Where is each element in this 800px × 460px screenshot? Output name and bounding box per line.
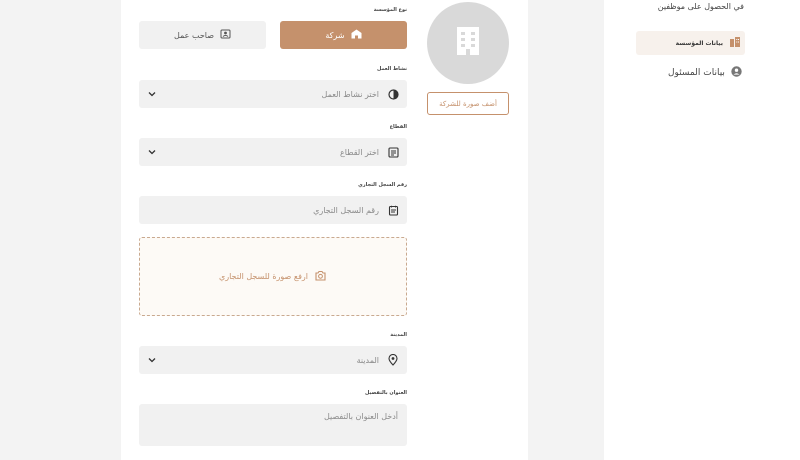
document-icon [387, 204, 399, 216]
sidebar: في الحصول على موظفين بيانات المؤسسة بيان… [604, 0, 800, 460]
org-type-employer-label: صاحب عمل [173, 30, 215, 40]
city-select[interactable]: المدينة [139, 346, 407, 374]
building-icon [729, 36, 741, 50]
chevron-down-icon [147, 89, 157, 99]
org-type-company-button[interactable]: شركة [280, 21, 407, 49]
company-form-card: نوع المؤسسة شركة صاحب عمل نشاط العمل اخت… [121, 0, 528, 460]
address-placeholder: أدخل العنوان بالتفصيل [323, 412, 398, 421]
address-textarea[interactable]: أدخل العنوان بالتفصيل [139, 404, 407, 446]
cr-upload-text: ارفع صورة للسجل التجاري [218, 272, 309, 281]
chevron-down-icon [147, 355, 157, 365]
cr-number-label: رقم السجل التجاري [358, 182, 407, 188]
sidebar-item-label: بيانات المسئول [668, 68, 725, 78]
cr-number-placeholder: رقم السجل التجاري [313, 205, 379, 215]
sector-label: القطاع [389, 124, 407, 130]
sector-placeholder: اختر القطاع [339, 147, 379, 157]
sidebar-item-manager-data[interactable]: بيانات المسئول [668, 64, 742, 82]
building-placeholder-icon [454, 25, 482, 61]
id-card-icon [220, 29, 231, 41]
city-placeholder: المدينة [356, 355, 379, 365]
org-type-employer-button[interactable]: صاحب عمل [139, 21, 266, 49]
sidebar-top-text: في الحصول على موظفين [657, 2, 744, 11]
upload-image-icon [314, 269, 327, 284]
sidebar-item-label: بيانات المؤسسة [675, 39, 723, 47]
address-label: العنوان بالتفصيل [364, 390, 407, 396]
user-circle-icon [731, 66, 742, 80]
chevron-down-icon [147, 147, 157, 157]
cr-upload-area[interactable]: ارفع صورة للسجل التجاري [139, 237, 407, 316]
activity-icon [387, 88, 399, 100]
activity-select[interactable]: اختر نشاط العمل [139, 80, 407, 108]
city-label: المدينة [390, 332, 407, 338]
org-type-company-label: شركة [325, 30, 345, 40]
cr-number-input[interactable]: رقم السجل التجاري [139, 196, 407, 224]
add-company-photo-button[interactable]: أضف صورة للشركة [427, 92, 509, 115]
activity-placeholder: اختر نشاط العمل [321, 89, 379, 99]
sidebar-item-company-data[interactable]: بيانات المؤسسة [636, 31, 745, 55]
location-pin-icon [387, 354, 399, 366]
company-avatar [427, 2, 509, 84]
org-type-label: نوع المؤسسة [373, 7, 407, 13]
sector-select[interactable]: اختر القطاع [139, 138, 407, 166]
activity-label: نشاط العمل [376, 66, 407, 72]
list-icon [387, 146, 399, 158]
home-icon [351, 29, 362, 41]
